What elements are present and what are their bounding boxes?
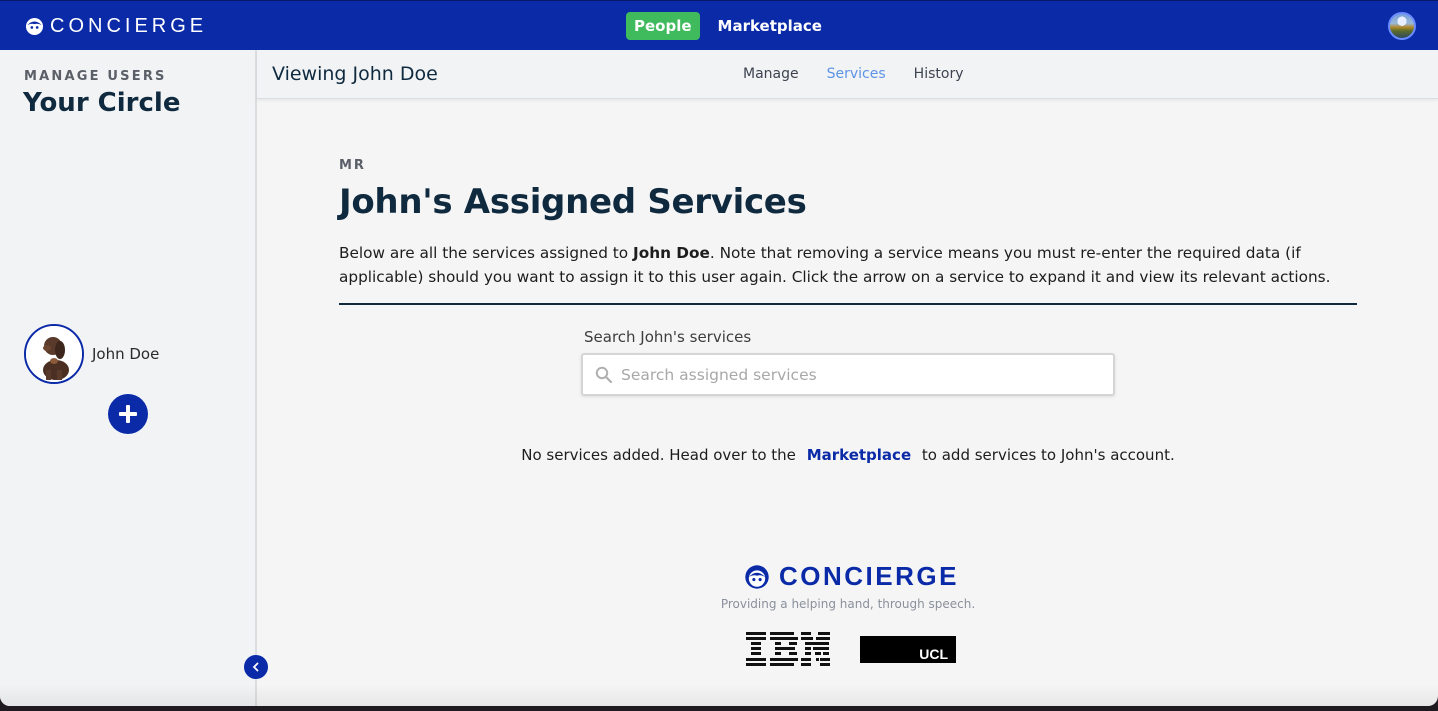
empty-message-suffix: to add services to John's account. bbox=[921, 446, 1175, 464]
search-icon bbox=[595, 366, 613, 383]
ucl-logo-text: UCL bbox=[919, 646, 948, 662]
ibm-logo-icon bbox=[746, 632, 830, 666]
user-title-prefix: MR bbox=[339, 158, 366, 173]
brand-logo[interactable]: CONCIERGE bbox=[25, 15, 207, 38]
concierge-face-icon bbox=[25, 17, 44, 36]
search-input[interactable] bbox=[621, 365, 1091, 384]
page-title: John's Assigned Services bbox=[339, 182, 807, 222]
description-user-name: John Doe bbox=[633, 244, 710, 262]
user-avatar bbox=[24, 324, 84, 384]
sidebar-title: Your Circle bbox=[23, 88, 181, 118]
top-nav-bar: CONCIERGE People Marketplace bbox=[0, 0, 1438, 50]
add-user-button[interactable] bbox=[108, 394, 148, 434]
sidebar-kicker: MANAGE USERS bbox=[24, 69, 167, 84]
viewing-title: Viewing John Doe bbox=[272, 63, 438, 85]
nav-people[interactable]: People bbox=[626, 12, 700, 40]
chevron-left-icon bbox=[252, 662, 259, 672]
empty-state-message: No services added. Head over to the Mark… bbox=[339, 446, 1357, 464]
concierge-face-icon bbox=[745, 564, 769, 589]
app-window: CONCIERGE People Marketplace MANAGE USER… bbox=[0, 0, 1438, 706]
footer-tagline: Providing a helping hand, through speech… bbox=[720, 597, 976, 611]
user-name: John Doe bbox=[92, 345, 160, 363]
page-description: Below are all the services assigned to J… bbox=[339, 241, 1357, 289]
empty-message-prefix: No services added. Head over to the bbox=[521, 446, 796, 464]
profile-avatar[interactable] bbox=[1388, 12, 1416, 40]
sidebar: MANAGE USERS Your Circle John Doe bbox=[0, 50, 257, 706]
search-box[interactable] bbox=[581, 353, 1115, 396]
description-text: Below are all the services assigned to bbox=[339, 244, 633, 262]
brand-name: CONCIERGE bbox=[50, 15, 208, 37]
marketplace-link[interactable]: Marketplace bbox=[807, 446, 911, 464]
user-tabs: Manage Services History bbox=[743, 66, 991, 82]
footer-brand-logo: CONCIERGE bbox=[744, 561, 959, 592]
section-divider bbox=[339, 303, 1357, 305]
tab-services[interactable]: Services bbox=[827, 66, 886, 82]
tab-manage[interactable]: Manage bbox=[743, 66, 799, 82]
plus-icon bbox=[119, 405, 137, 423]
tab-history[interactable]: History bbox=[914, 66, 964, 82]
ucl-logo: UCL bbox=[860, 636, 956, 663]
nav-marketplace[interactable]: Marketplace bbox=[710, 12, 830, 40]
puppy-photo-icon bbox=[26, 326, 82, 382]
footer-brand-name: CONCIERGE bbox=[779, 561, 959, 591]
main-nav: People Marketplace bbox=[626, 12, 830, 40]
sidebar-user-john-doe[interactable]: John Doe bbox=[24, 324, 159, 384]
sub-header: Viewing John Doe Manage Services History bbox=[257, 50, 1438, 99]
search-label: Search John's services bbox=[584, 328, 752, 346]
collapse-sidebar-button[interactable] bbox=[244, 655, 268, 679]
